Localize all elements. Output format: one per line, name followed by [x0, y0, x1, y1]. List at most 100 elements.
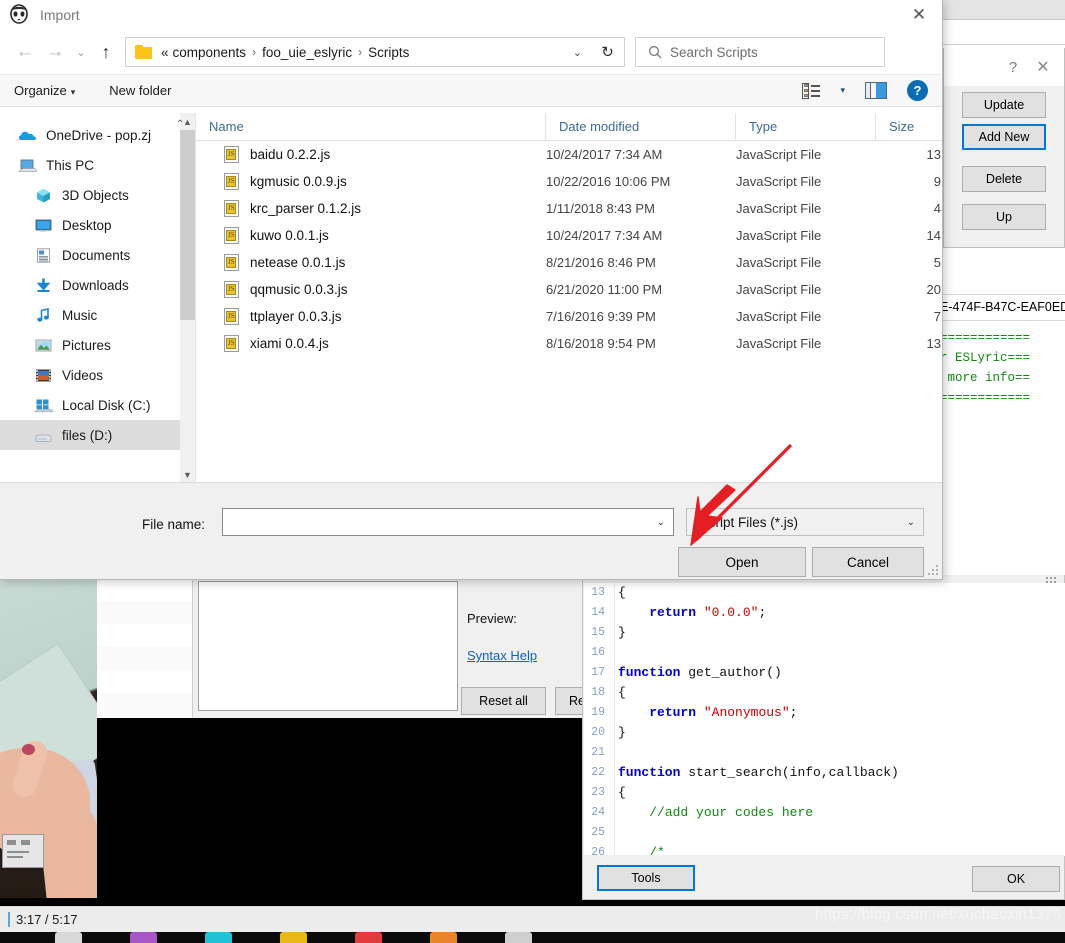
ok-button[interactable]: OK: [972, 866, 1060, 892]
tree-item-local-disk-c[interactable]: Local Disk (C:): [0, 390, 180, 420]
code-editor[interactable]: 13{14 return "0.0.0"; 15} 16 17 function get…: [584, 583, 1065, 856]
view-layout-icon[interactable]: [802, 82, 821, 99]
eslyric-properties-dialog: ? ✕ Update Add New Delete Up: [943, 48, 1065, 248]
preview-pane-icon[interactable]: [865, 82, 887, 99]
taskbar-icon[interactable]: [505, 932, 532, 943]
code-token: ;: [758, 605, 767, 620]
tree-item-downloads[interactable]: Downloads: [0, 270, 180, 300]
command-bar: Organize ▾ New folder ▾ ?: [0, 74, 942, 107]
reset-all-button[interactable]: Reset all: [461, 687, 546, 715]
taskbar-icon[interactable]: [355, 932, 382, 943]
scroll-down-arrow-icon[interactable]: ▼: [180, 466, 195, 483]
close-icon[interactable]: ✕: [1032, 57, 1054, 77]
syntax-help-link[interactable]: Syntax Help: [467, 648, 537, 663]
forward-button[interactable]: →: [40, 37, 70, 67]
add-new-button[interactable]: Add New: [962, 124, 1046, 150]
tree-item-label: files (D:): [62, 427, 113, 443]
cell-size: 20: [926, 282, 941, 297]
file-name-input[interactable]: [229, 514, 657, 530]
breadcrumb-item[interactable]: Scripts: [366, 45, 411, 60]
taskbar-icon[interactable]: [130, 932, 157, 943]
cell-name: JS baidu 0.2.2.js: [196, 146, 546, 163]
code-token: return: [649, 605, 697, 620]
update-button[interactable]: Update: [962, 92, 1046, 118]
line-number: 25: [591, 826, 605, 839]
table-row[interactable]: JS kgmusic 0.0.9.js 10/22/2016 10:06 PM Jav…: [196, 168, 942, 195]
refresh-button[interactable]: ↻: [591, 37, 625, 67]
javascript-file-icon: JS: [224, 200, 239, 217]
back-button[interactable]: ←: [10, 37, 40, 67]
tools-button[interactable]: Tools: [597, 865, 695, 891]
code-token: //add your codes here: [649, 805, 814, 820]
file-type-select[interactable]: JScript Files (*.js) ⌄: [686, 508, 924, 536]
tree-item-3d-objects[interactable]: 3D Objects: [0, 180, 180, 210]
table-row[interactable]: JS kuwo 0.0.1.js 10/24/2017 7:34 AM JavaScr…: [196, 222, 942, 249]
table-row[interactable]: JS netease 0.0.1.js 8/21/2016 8:46 PM JavaS…: [196, 249, 942, 276]
code-token: {: [618, 785, 626, 800]
cell-size: 9: [933, 174, 941, 189]
delete-button[interactable]: Delete: [962, 166, 1046, 192]
help-icon[interactable]: ?: [907, 80, 928, 101]
organize-button[interactable]: Organize ▾: [14, 83, 75, 98]
file-list[interactable]: Name Date modified Type Size JS baidu 0.2…: [195, 112, 942, 483]
taskbar-icon[interactable]: [55, 932, 82, 943]
green-banner-text: ============ r ESLyric=== more info== ==…: [940, 331, 1031, 405]
search-icon: [648, 45, 662, 59]
column-header-name[interactable]: Name: [196, 112, 546, 141]
cell-type: JavaScript File: [736, 174, 822, 189]
address-bar[interactable]: «components › foo_uie_eslyric › Scripts ⌄: [125, 37, 592, 67]
table-row[interactable]: JS xiami 0.0.4.js 8/16/2018 9:54 PM JavaScr…: [196, 330, 942, 357]
taskbar-icon[interactable]: [280, 932, 307, 943]
tree-item-onedrive-pop-zj[interactable]: OneDrive - pop.zj: [0, 120, 180, 150]
tree-item-music[interactable]: Music: [0, 300, 180, 330]
resize-grip[interactable]: [928, 565, 939, 576]
line-number: 17: [591, 666, 605, 679]
chevron-down-icon[interactable]: ⌄: [573, 46, 582, 59]
search-box[interactable]: Search Scripts: [635, 37, 885, 67]
cell-name: JS qqmusic 0.0.3.js: [196, 281, 546, 298]
recent-locations-button[interactable]: ⌄: [70, 37, 92, 67]
video-frame-thumbnail: [0, 578, 97, 903]
table-row[interactable]: JS qqmusic 0.0.3.js 6/21/2020 11:00 PM Java…: [196, 276, 942, 303]
tree-item-label: Videos: [62, 367, 104, 383]
breadcrumb-item[interactable]: «: [159, 45, 171, 60]
breadcrumb-item[interactable]: foo_uie_eslyric: [260, 45, 354, 60]
column-header-date[interactable]: Date modified: [546, 112, 736, 141]
tree-item-pictures[interactable]: Pictures: [0, 330, 180, 360]
open-button[interactable]: Open: [678, 547, 806, 577]
media-timebar: 3:17 / 5:17: [0, 906, 1065, 932]
taskbar-icon[interactable]: [430, 932, 457, 943]
table-row[interactable]: JS ttplayer 0.0.3.js 7/16/2016 9:39 PM Java…: [196, 303, 942, 330]
scrollbar-thumb[interactable]: [180, 130, 195, 320]
column-header-type[interactable]: Type: [736, 112, 876, 141]
code-line: 24 //add your codes here: [584, 803, 1065, 823]
table-row[interactable]: JS krc_parser 0.1.2.js 1/11/2018 8:43 PM Ja…: [196, 195, 942, 222]
file-name-field[interactable]: ⌄: [222, 508, 674, 536]
taskbar-icon[interactable]: [205, 932, 232, 943]
tree-item-desktop[interactable]: Desktop: [0, 210, 180, 240]
chevron-down-icon[interactable]: ⌄: [657, 517, 665, 528]
code-text: {: [618, 683, 1065, 703]
black-video-panel: [97, 718, 582, 903]
cancel-button[interactable]: Cancel: [812, 547, 924, 577]
table-row[interactable]: JS baidu 0.2.2.js 10/24/2017 7:34 AM JavaSc…: [196, 141, 942, 168]
tree-item-documents[interactable]: Documents: [0, 240, 180, 270]
documents-icon: [34, 247, 53, 264]
tree-item-videos[interactable]: Videos: [0, 360, 180, 390]
breadcrumb-item[interactable]: components: [171, 45, 249, 60]
up-button[interactable]: Up: [962, 204, 1046, 230]
up-button[interactable]: ↑: [92, 37, 120, 67]
tree-item-files-d[interactable]: files (D:): [0, 420, 180, 450]
help-icon[interactable]: ?: [1002, 59, 1024, 76]
new-folder-button[interactable]: New folder: [109, 83, 171, 98]
close-icon[interactable]: ✕: [896, 0, 942, 30]
folder-icon: [135, 45, 152, 59]
javascript-file-icon: JS: [224, 227, 239, 244]
view-chevron-down-icon[interactable]: ▾: [840, 85, 845, 96]
tree-item-this-pc[interactable]: This PC: [0, 150, 180, 180]
nav-tree-scrollbar[interactable]: ▲ ▼: [180, 113, 195, 483]
navigation-tree[interactable]: OneDrive - pop.zj This PC 3D Objects Deskto…: [0, 113, 180, 483]
code-lines: 13{14 return "0.0.0"; 15} 16 17 function get…: [584, 583, 1065, 856]
column-header-size[interactable]: Size: [876, 113, 941, 141]
